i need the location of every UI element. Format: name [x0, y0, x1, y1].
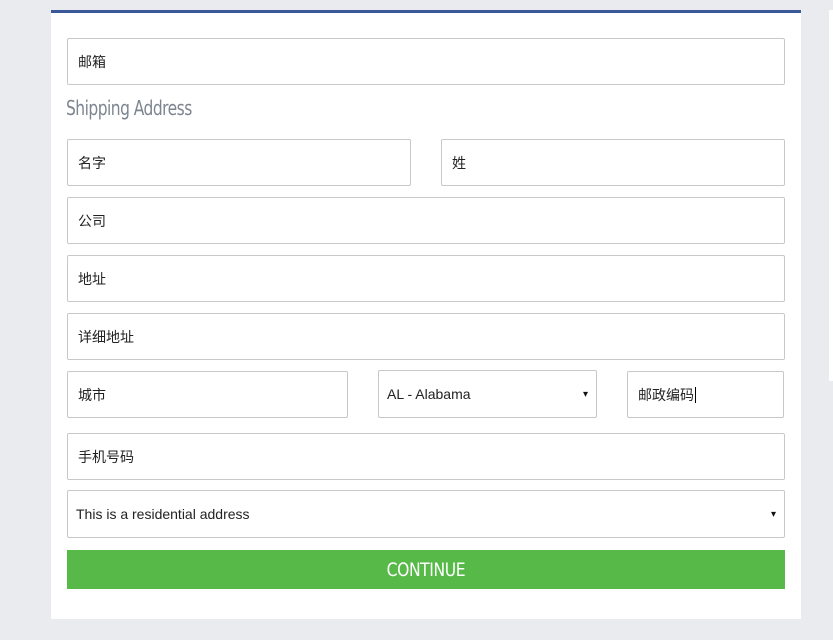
continue-button-label: CONTINUE — [386, 558, 466, 581]
state-selected-value: AL - Alabama — [387, 386, 471, 402]
zip-code-field[interactable]: 邮政编码 — [627, 371, 784, 418]
shipping-address-heading: Shipping Address — [66, 96, 192, 120]
email-field[interactable]: 邮箱 — [67, 38, 785, 85]
address-detail-placeholder: 详细地址 — [78, 328, 134, 345]
address-type-selected-value: This is a residential address — [76, 506, 250, 522]
continue-button[interactable]: CONTINUE — [67, 550, 785, 589]
first-name-field[interactable]: 名字 — [67, 139, 411, 186]
text-cursor — [695, 386, 696, 403]
first-name-placeholder: 名字 — [78, 154, 106, 171]
email-field-placeholder: 邮箱 — [78, 53, 106, 70]
city-field[interactable]: 城市 — [67, 371, 348, 418]
phone-placeholder: 手机号码 — [78, 448, 134, 465]
state-select[interactable]: AL - Alabama ▾ — [378, 370, 597, 418]
company-placeholder: 公司 — [78, 212, 106, 229]
city-placeholder: 城市 — [78, 386, 106, 403]
chevron-down-icon: ▾ — [770, 508, 776, 520]
phone-field[interactable]: 手机号码 — [67, 433, 785, 480]
zip-code-value: 邮政编码 — [638, 386, 694, 403]
address-field[interactable]: 地址 — [67, 255, 785, 302]
company-field[interactable]: 公司 — [67, 197, 785, 244]
address-type-select[interactable]: This is a residential address ▾ — [67, 490, 785, 538]
side-panel-edge — [829, 10, 833, 381]
address-placeholder: 地址 — [78, 270, 106, 287]
last-name-field[interactable]: 姓 — [441, 139, 785, 186]
chevron-down-icon: ▾ — [582, 388, 588, 400]
last-name-placeholder: 姓 — [452, 154, 466, 171]
address-detail-field[interactable]: 详细地址 — [67, 313, 785, 360]
